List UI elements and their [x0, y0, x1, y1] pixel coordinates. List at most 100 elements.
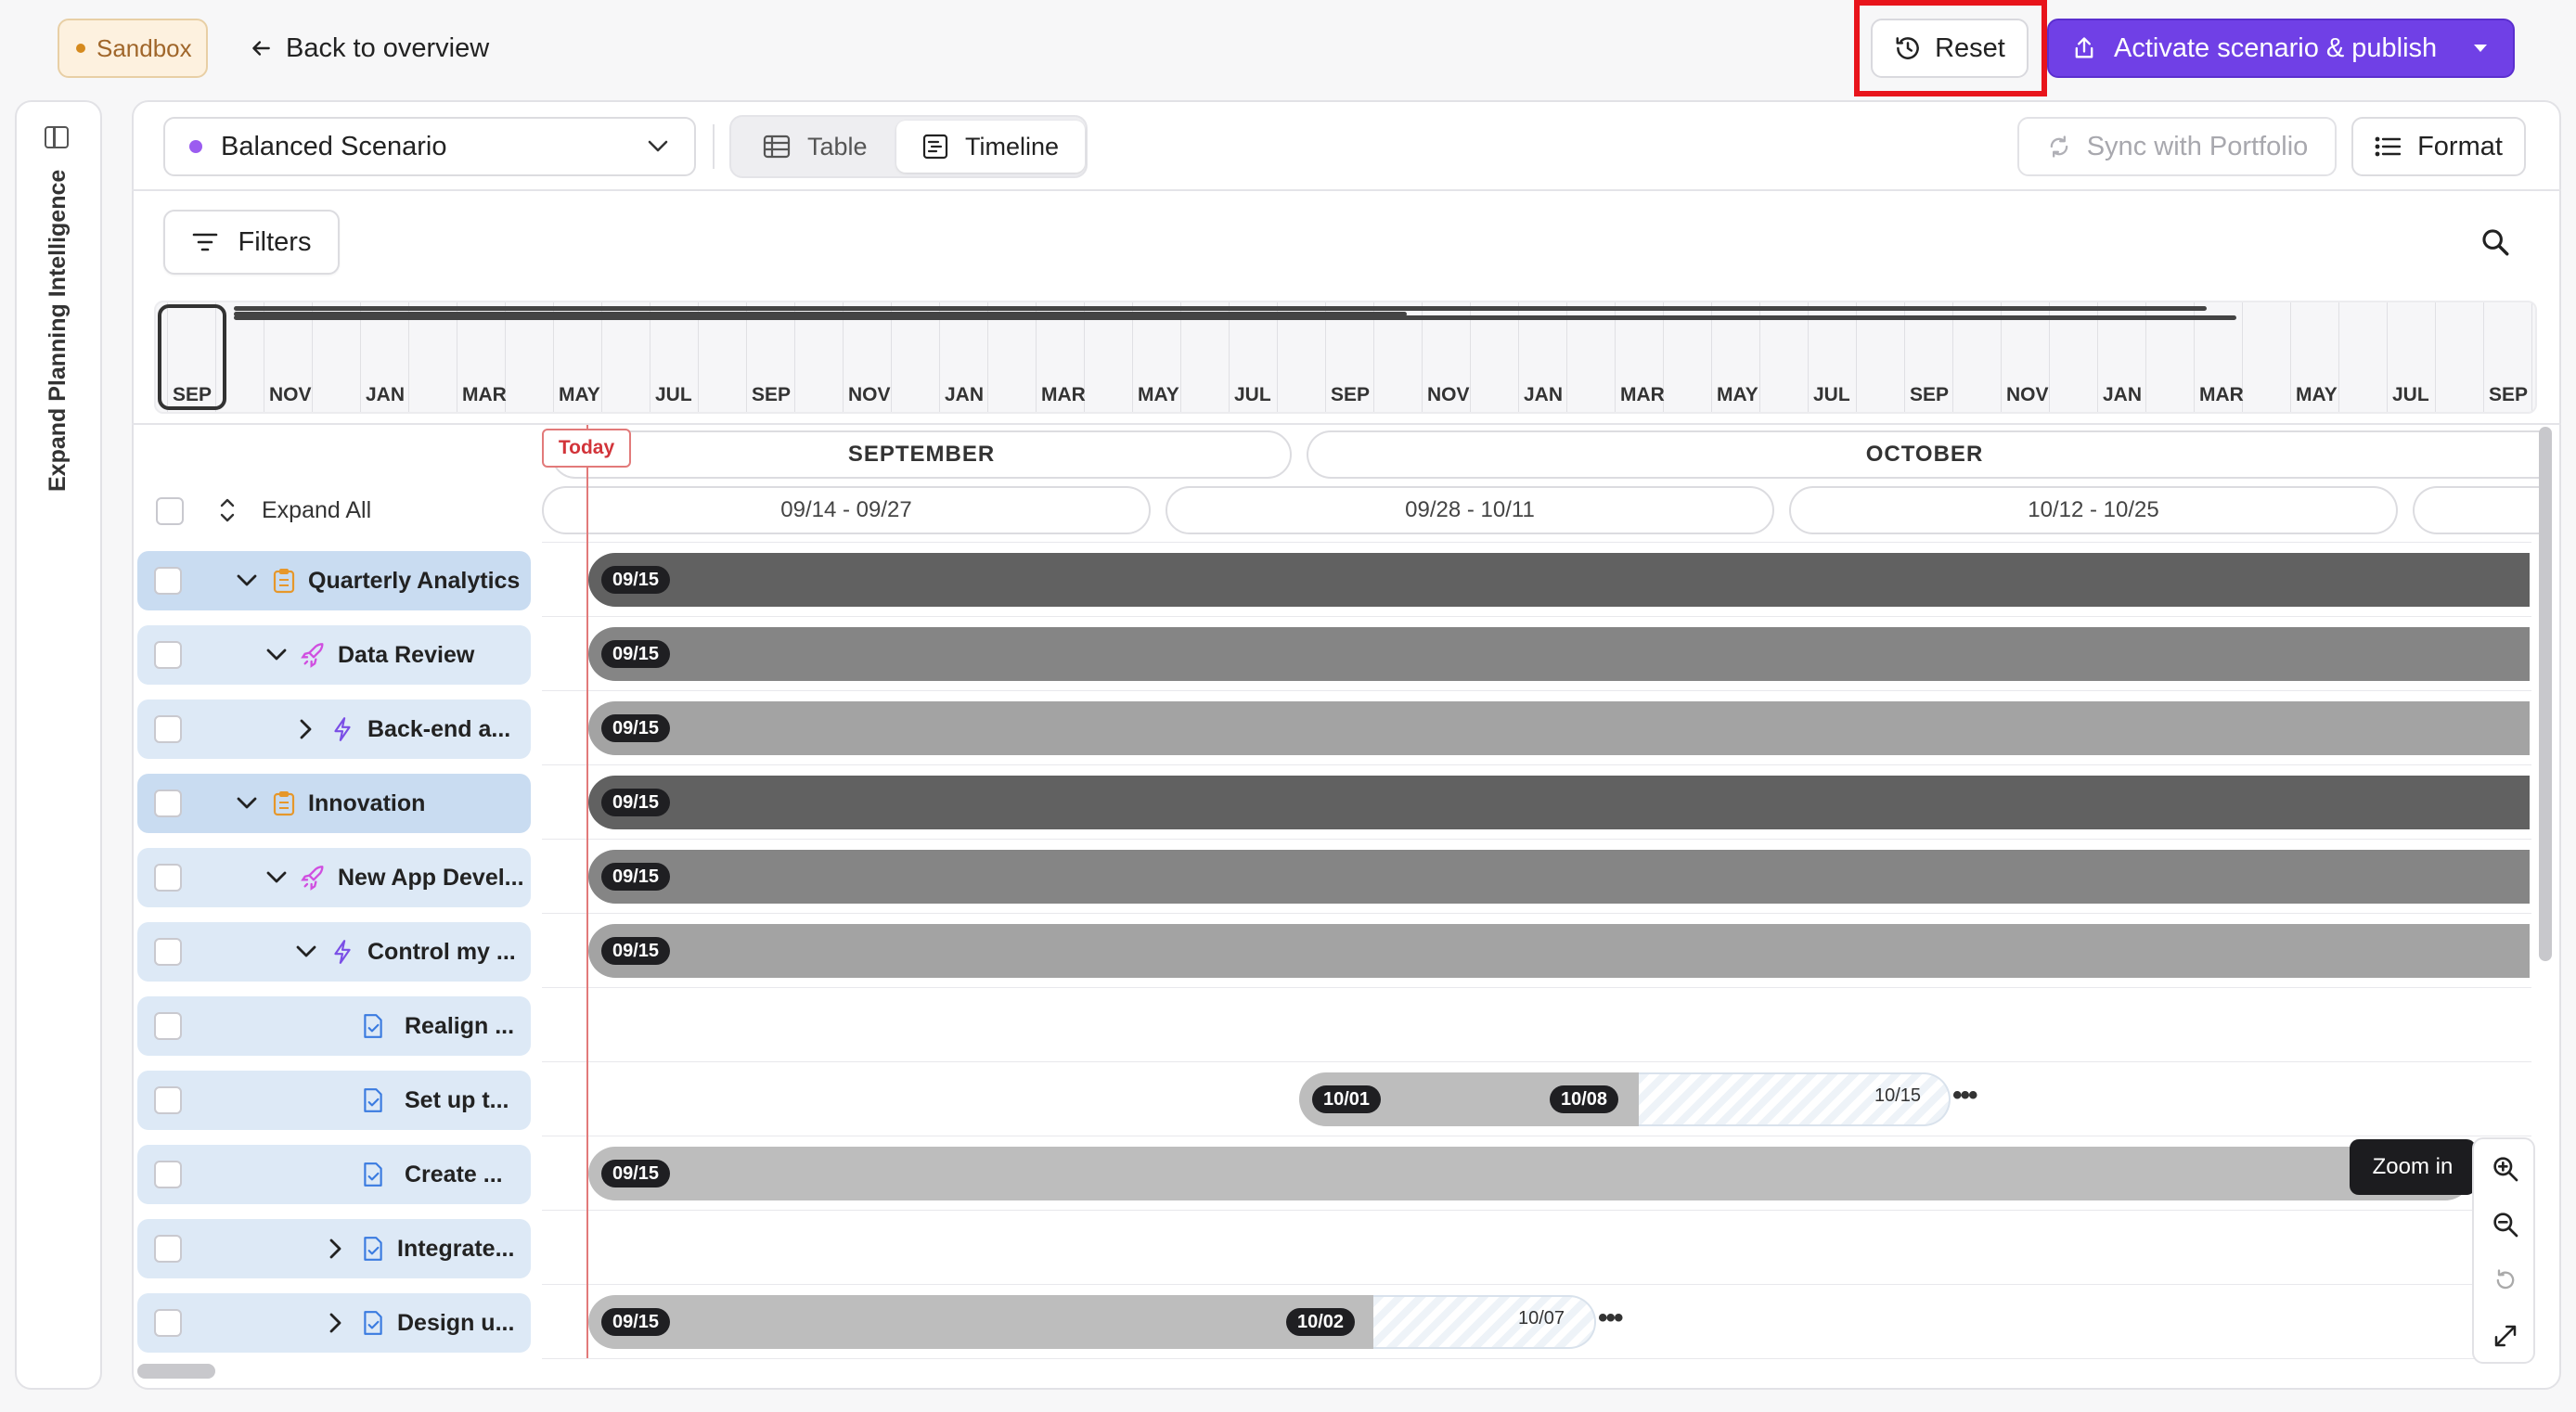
select-all-checkbox[interactable] — [156, 497, 184, 525]
chevron-down-icon[interactable] — [264, 865, 290, 891]
list-item[interactable]: Back-end a... — [137, 700, 531, 759]
chevron-down-icon[interactable] — [234, 568, 260, 594]
row-divider — [542, 764, 2531, 765]
timeline-minimap[interactable]: SEP NOV JAN MAR MAY JUL SEP NOV JAN MAR MAY JUL SEP N… — [154, 301, 2537, 414]
list-item[interactable]: Design u... — [137, 1293, 531, 1353]
row-checkbox[interactable] — [154, 641, 182, 669]
back-to-overview-link[interactable]: Back to overview — [249, 28, 489, 69]
more-options-icon[interactable]: ••• — [1598, 1303, 1623, 1334]
minimap-gridline — [2483, 302, 2484, 412]
minimap-bar — [234, 315, 2236, 320]
minimap-month-label: MAR — [462, 384, 507, 405]
mid-date-pill: 10/08 — [1550, 1085, 1619, 1113]
gantt-bar[interactable]: 09/15 — [588, 924, 2530, 978]
row-label: Control my ... — [367, 938, 516, 965]
start-date-pill: 10/01 — [1312, 1085, 1382, 1113]
reset-button[interactable]: Reset — [1871, 19, 2029, 78]
minimap-gridline — [2387, 302, 2388, 412]
list-item[interactable]: Realign ... — [137, 996, 531, 1056]
minimap-viewport-handle[interactable] — [158, 304, 226, 410]
objective-icon — [273, 791, 295, 816]
row-divider — [542, 1284, 2531, 1285]
filters-button[interactable]: Filters — [163, 210, 340, 275]
gantt-bar[interactable]: 09/15 — [588, 776, 2530, 829]
range-pill: 09/14 - 09/27 — [542, 486, 1151, 534]
gantt-bar-planned[interactable]: 10/15 — [1639, 1072, 1951, 1126]
format-label: Format — [2417, 131, 2503, 161]
row-label: Quarterly Analytics — [308, 567, 521, 594]
vertical-scrollbar[interactable] — [2539, 427, 2552, 961]
gantt-bar[interactable]: 09/15 — [588, 850, 2530, 904]
list-item[interactable]: New App Devel... — [137, 848, 531, 907]
expand-all-button[interactable]: Expand All — [219, 490, 371, 531]
list-item[interactable]: Data Review — [137, 625, 531, 685]
list-item[interactable]: Control my ... — [137, 922, 531, 982]
panel-toggle-icon[interactable] — [45, 126, 69, 148]
view-toggle: Table Timeline — [729, 115, 1088, 178]
chevron-right-icon[interactable] — [323, 1236, 349, 1262]
row-checkbox[interactable] — [154, 1235, 182, 1263]
month-september: SEPTEMBER — [551, 430, 1292, 479]
horizontal-scrollbar[interactable] — [137, 1364, 215, 1379]
row-checkbox[interactable] — [154, 715, 182, 743]
zoom-out-button[interactable] — [2485, 1204, 2526, 1245]
row-checkbox[interactable] — [154, 789, 182, 817]
chevron-right-icon[interactable] — [293, 716, 319, 742]
chevron-down-icon — [648, 140, 668, 152]
expand-planning-intelligence[interactable]: Expand Planning Intelligence — [45, 170, 71, 492]
row-checkbox[interactable] — [154, 567, 182, 595]
scenario-select[interactable]: Balanced Scenario — [163, 117, 696, 176]
range-pill: 10/12 - 10/25 — [1789, 486, 2398, 534]
start-date-pill: 09/15 — [601, 1308, 671, 1336]
share-icon — [2075, 37, 2093, 58]
row-label: Set up t... — [405, 1086, 509, 1113]
list-item[interactable]: Innovation — [137, 774, 531, 833]
gantt-bar[interactable]: 09/15 — [588, 1147, 2472, 1200]
row-label: Back-end a... — [367, 715, 511, 742]
range-pill: 09/28 - 10/11 — [1166, 486, 1774, 534]
gantt-bar[interactable]: 09/15 — [588, 701, 2530, 755]
activate-publish-button[interactable]: Activate scenario & publish — [2047, 19, 2515, 78]
gantt-bar[interactable]: 09/15 — [588, 627, 2530, 681]
list-item[interactable]: Quarterly Analytics — [137, 551, 531, 610]
minimap-month-label: SEP — [1331, 384, 1371, 405]
objective-icon — [273, 569, 295, 594]
reset-zoom-button[interactable] — [2485, 1260, 2526, 1301]
minimap-divider — [132, 423, 2561, 425]
format-button[interactable]: Format — [2351, 117, 2526, 176]
rocket-icon — [301, 866, 324, 891]
gantt-bar[interactable]: 09/15 — [588, 553, 2530, 607]
list-item[interactable]: Create ... — [137, 1145, 531, 1204]
chevron-right-icon[interactable] — [323, 1310, 349, 1336]
row-checkbox[interactable] — [154, 938, 182, 966]
tab-table[interactable]: Table — [737, 121, 894, 173]
row-checkbox[interactable] — [154, 864, 182, 892]
row-checkbox[interactable] — [154, 1086, 182, 1114]
fullscreen-button[interactable] — [2485, 1316, 2526, 1356]
expand-collapse-icon — [220, 498, 235, 522]
tab-timeline[interactable]: Timeline — [896, 121, 1086, 173]
list-item[interactable]: Integrate... — [137, 1219, 531, 1278]
timeline-icon — [922, 134, 948, 160]
list-item[interactable]: Set up t... — [137, 1071, 531, 1130]
tab-timeline-label: Timeline — [965, 132, 1060, 160]
gantt-bar-planned[interactable]: 10/07 — [1373, 1295, 1596, 1349]
zoom-in-button[interactable] — [2485, 1149, 2526, 1189]
row-checkbox[interactable] — [154, 1309, 182, 1337]
search-icon[interactable] — [2479, 226, 2511, 258]
gantt-bar[interactable]: 10/01 10/08 — [1299, 1072, 1639, 1126]
chevron-down-icon[interactable] — [293, 939, 319, 965]
row-label: Innovation — [308, 789, 426, 816]
start-date-pill: 09/15 — [601, 937, 671, 965]
row-checkbox[interactable] — [154, 1012, 182, 1040]
list-icon — [2375, 136, 2402, 157]
zoom-in-tooltip: Zoom in — [2350, 1139, 2476, 1195]
chevron-down-icon[interactable] — [264, 642, 290, 668]
row-checkbox[interactable] — [154, 1161, 182, 1188]
activate-dropdown-toggle[interactable] — [2448, 20, 2513, 76]
rocket-icon — [301, 643, 324, 668]
gantt-bar[interactable]: 09/15 10/02 — [588, 1295, 1373, 1349]
sync-portfolio-button[interactable]: Sync with Portfolio — [2017, 117, 2337, 176]
more-options-icon[interactable]: ••• — [1952, 1080, 1977, 1111]
chevron-down-icon[interactable] — [234, 790, 260, 816]
